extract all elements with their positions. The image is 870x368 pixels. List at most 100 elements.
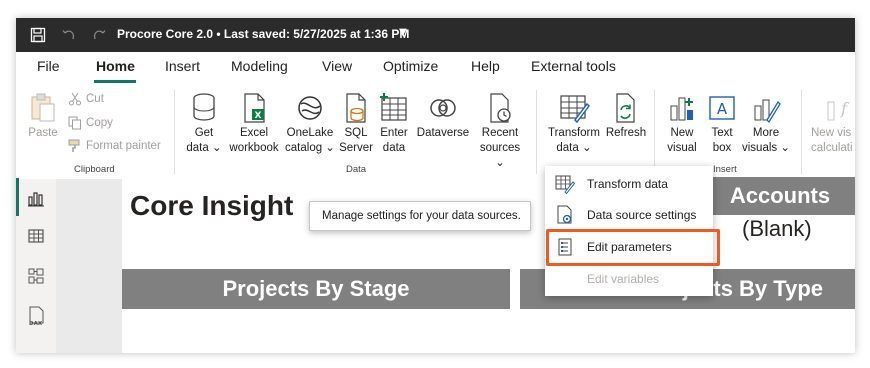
active-view-indicator [16,178,19,216]
save-icon[interactable] [28,25,48,45]
dataverse-label: Dataverse [416,127,470,139]
insert-group-label: Insert [713,164,737,175]
transform-label-1: Transform [548,127,600,139]
menu-bar: File Home Insert Modeling View Optimize … [16,52,855,84]
enter-data-label-2: data [382,142,406,154]
transform-data-icon [555,174,575,194]
copy-icon [68,116,81,130]
sql-label-2: Server [339,142,373,154]
get-data-button[interactable]: Get data ⌄ [182,92,226,156]
recent-sources-icon [490,93,511,123]
onelake-catalog-button[interactable]: OneLake catalog ⌄ [282,92,338,156]
menu-insert[interactable]: Insert [165,58,200,74]
new-visual-label-2: visual [667,142,697,154]
refresh-icon [616,93,635,123]
redo-icon[interactable] [89,25,109,45]
onelake-icon [298,96,322,120]
recent-label-1: Recent [481,127,519,139]
report-view-icon[interactable] [25,187,47,209]
menu-external-tools[interactable]: External tools [531,58,616,74]
dropdown-edit-variables[interactable]: Edit variables [545,264,713,294]
get-data-label-1: Get [194,127,214,139]
canvas-gutter [56,179,122,353]
accounts-value[interactable]: (Blank) [742,216,812,242]
cut-label: Cut [86,93,104,105]
dropdown-transform-data[interactable]: Transform data [545,169,713,199]
new-visual-label-1: New [670,127,694,139]
menu-view[interactable]: View [322,58,352,74]
model-view-icon[interactable] [25,265,47,287]
excel-workbook-button[interactable]: X Excel workbook [226,92,282,156]
undo-icon[interactable] [59,25,79,45]
enter-data-button[interactable]: Enter data [376,92,412,156]
format-painter-label: Format painter [86,140,161,152]
menu-home[interactable]: Home [96,58,135,74]
dax-query-view-icon[interactable]: DAX [25,305,47,327]
ribbon-separator [174,90,175,174]
clipboard-group-label: Clipboard [74,164,115,175]
more-visuals-icon [754,99,781,124]
transform-label-2: data ⌄ [556,142,592,154]
data-source-settings-tooltip: Manage settings for your data sources. [309,201,531,231]
enter-data-label-1: Enter [380,127,408,139]
visual-calculation-icon: f [827,99,850,121]
tooltip-text: Manage settings for your data sources. [322,210,521,222]
table-plus-icon [380,93,407,121]
cut-button[interactable]: Cut [68,92,104,106]
dataverse-icon [430,99,456,117]
new-visual-calc-label-1: New vis [811,127,852,139]
copy-label: Copy [86,117,113,129]
recent-label-2: sources ⌄ [479,142,521,169]
new-visual-calculation-button[interactable]: f New vis calculati [811,92,855,156]
paste-icon [31,93,55,122]
format-painter-button[interactable]: Format painter [68,139,161,153]
dropdown-data-source-settings[interactable]: Data source settings [545,200,713,230]
get-data-label-2: data ⌄ [186,142,222,154]
transform-data-button[interactable]: Transform data ⌄ [546,92,602,156]
menu-help[interactable]: Help [471,58,500,74]
edit-variables-label: Edit variables [587,272,660,286]
projects-by-stage-header[interactable]: Projects By Stage [122,269,510,309]
dataverse-button[interactable]: Dataverse [414,92,472,141]
projects-by-stage-text: Projects By Stage [222,276,410,301]
paste-label: Paste [28,127,58,139]
ribbon-separator [536,90,537,174]
text-box-label-2: box [712,142,732,154]
menu-modeling[interactable]: Modeling [231,58,288,74]
onelake-label-2: catalog ⌄ [285,142,335,154]
data-source-settings-label: Data source settings [587,208,697,222]
paste-button[interactable]: Paste [26,92,60,141]
refresh-button[interactable]: Refresh [604,92,648,141]
ribbon: Paste Cut Copy Format painter Clipboard … [16,84,855,180]
sql-server-button[interactable]: SQL Server [338,92,374,156]
new-visual-calc-label-2: calculati [811,142,853,154]
report-title[interactable]: Core Insight [130,190,293,222]
accounts-header[interactable]: Accounts [705,177,855,215]
bar-chart-plus-icon [670,97,693,121]
data-source-settings-icon [555,205,575,225]
svg-text:X: X [255,111,262,121]
svg-text:f: f [840,99,850,118]
database-icon [193,93,215,121]
new-visual-button[interactable]: New visual [664,92,700,156]
excel-label-1: Excel [239,127,269,139]
table-view-icon[interactable] [25,225,47,247]
menu-optimize[interactable]: Optimize [383,58,438,74]
copy-button[interactable]: Copy [68,116,113,130]
text-box-button[interactable]: A Text box [704,92,740,156]
more-visuals-label-1: More [752,127,780,139]
app-window: Procore Core 2.0 • Last saved: 5/27/2025… [16,18,855,353]
svg-text:A: A [717,100,728,118]
ribbon-separator [801,90,802,174]
document-title[interactable]: Procore Core 2.0 • Last saved: 5/27/2025… [117,27,409,41]
edit-parameters-highlight [546,229,720,266]
refresh-label: Refresh [605,127,647,139]
svg-text:DAX: DAX [29,321,43,326]
accounts-header-text: Accounts [729,183,831,208]
recent-sources-button[interactable]: Recent sources ⌄ [474,92,526,171]
more-visuals-button[interactable]: More visuals ⌄ [742,92,790,156]
menu-file[interactable]: File [37,58,60,74]
onelake-label-1: OneLake [286,127,334,139]
scissors-icon [69,92,81,106]
title-dropdown-icon[interactable]: ▼ [399,27,407,38]
